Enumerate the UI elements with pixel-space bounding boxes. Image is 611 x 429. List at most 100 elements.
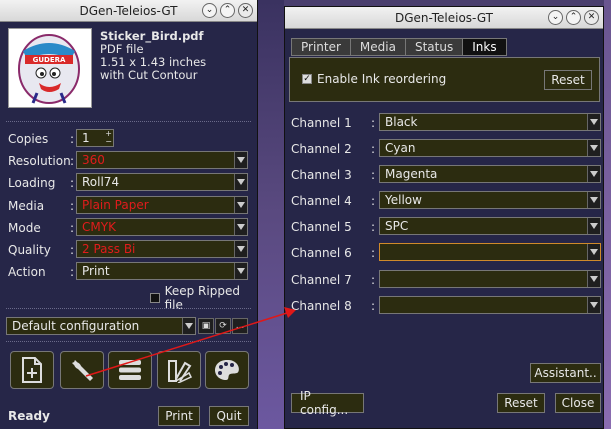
mode-label: Mode	[8, 220, 41, 235]
dropdown-arrow-icon[interactable]	[587, 166, 600, 182]
dropdown-arrow-icon[interactable]	[587, 114, 600, 130]
file-note: with Cut Contour	[100, 68, 198, 82]
main-window-titlebar[interactable]: DGen-Teleios-GT ⌄ ⌃ ✕	[0, 0, 257, 22]
channel-3-value: Magenta	[385, 167, 438, 181]
copies-label: Copies	[8, 131, 49, 146]
queue-button[interactable]	[108, 351, 152, 389]
channel-1-label: Channel 1	[291, 115, 352, 130]
resolution-select[interactable]: 360	[76, 151, 248, 169]
quality-value: 2 Pass Bi	[82, 242, 136, 256]
thumbnail-logo-text: GUDERA	[33, 56, 66, 64]
dropdown-arrow-icon[interactable]	[234, 152, 247, 168]
channel-7-select[interactable]	[379, 270, 601, 288]
channel-4-value: Yellow	[385, 193, 422, 207]
media-label: Media	[8, 198, 45, 213]
action-label: Action	[8, 264, 46, 279]
channel-4-select[interactable]: Yellow	[379, 191, 601, 209]
quit-button[interactable]: Quit	[209, 406, 249, 426]
copies-stepper[interactable]: 1 + −	[76, 129, 114, 147]
resolution-value: 360	[82, 153, 105, 167]
tab-status[interactable]: Status	[404, 38, 463, 56]
maximize-icon[interactable]: ⌃	[566, 10, 581, 25]
dropdown-arrow-icon[interactable]	[587, 218, 600, 234]
close-icon[interactable]: ✕	[238, 3, 253, 18]
dropdown-arrow-icon[interactable]	[587, 192, 600, 208]
assistant-button[interactable]: Assistant..	[530, 363, 601, 383]
loading-select[interactable]: Roll74	[76, 173, 248, 191]
dropdown-arrow-icon[interactable]	[587, 140, 600, 156]
dropdown-arrow-icon[interactable]	[234, 263, 247, 279]
quality-select[interactable]: 2 Pass Bi	[76, 240, 248, 258]
action-select[interactable]: Print	[76, 262, 248, 280]
channel-5-select[interactable]: SPC	[379, 217, 601, 235]
dropdown-arrow-icon[interactable]	[587, 244, 600, 260]
menu-chevron-icon[interactable]: ⌄	[548, 10, 563, 25]
dropdown-arrow-icon[interactable]	[587, 271, 600, 287]
channel-3-label: Channel 3	[291, 167, 352, 182]
tab-inks[interactable]: Inks	[462, 38, 507, 56]
wrench-icon	[72, 360, 93, 381]
dropdown-arrow-icon[interactable]	[234, 197, 247, 213]
dropdown-arrow-icon[interactable]	[587, 297, 600, 313]
close-icon[interactable]: ✕	[584, 10, 599, 25]
action-value: Print	[82, 264, 110, 278]
settings-window-titlebar[interactable]: DGen-Teleios-GT ⌄ ⌃ ✕	[285, 7, 603, 29]
media-select[interactable]: Plain Paper	[76, 196, 248, 214]
resolution-label: Resolution	[8, 153, 71, 168]
channel-2-select[interactable]: Cyan	[379, 139, 601, 157]
reset-button[interactable]: Reset	[497, 393, 545, 413]
tab-media[interactable]: Media	[349, 38, 405, 56]
menu-chevron-icon[interactable]: ⌄	[202, 3, 217, 18]
checkbox-checked-icon[interactable]: ✓	[302, 74, 312, 84]
channel-2-value: Cyan	[385, 141, 416, 155]
divider	[6, 341, 251, 342]
channel-1-select[interactable]: Black	[379, 113, 601, 131]
ip-config-button[interactable]: IP config...	[291, 389, 364, 417]
channel-6-label: Channel 6	[291, 245, 352, 260]
palette-icon	[215, 360, 239, 380]
print-button[interactable]: Print	[158, 406, 200, 426]
reset-reordering-button[interactable]: Reset	[544, 70, 592, 90]
dropdown-arrow-icon[interactable]	[182, 318, 195, 334]
settings-button[interactable]	[60, 351, 104, 389]
dropdown-arrow-icon[interactable]	[234, 174, 247, 190]
divider	[6, 121, 251, 122]
channel-7-label: Channel 7	[291, 272, 352, 287]
divider	[6, 308, 251, 309]
dropdown-arrow-icon[interactable]	[234, 241, 247, 257]
close-button[interactable]: Close	[555, 393, 601, 413]
file-thumbnail: GUDERA	[8, 28, 92, 108]
channel-2-label: Channel 2	[291, 141, 352, 156]
file-info: Sticker_Bird.pdf PDF file 1.51 x 1.43 in…	[100, 30, 206, 82]
color-swatches-button[interactable]	[157, 351, 201, 389]
dropdown-arrow-icon[interactable]	[234, 219, 247, 235]
channel-4-label: Channel 4	[291, 193, 352, 208]
channel-5-label: Channel 5	[291, 219, 352, 234]
more-config-button[interactable]: ...	[232, 318, 248, 334]
channel-1-value: Black	[385, 115, 418, 129]
desktop-background-edge	[604, 0, 611, 429]
enable-ink-reordering-label: Enable Ink reordering	[317, 72, 447, 86]
swatches-icon	[168, 360, 193, 383]
channel-5-value: SPC	[385, 219, 409, 233]
save-config-icon[interactable]: ▣	[198, 318, 214, 334]
file-add-button[interactable]	[10, 351, 54, 389]
configuration-select[interactable]: Default configuration	[6, 317, 196, 335]
channel-8-select[interactable]	[379, 296, 601, 314]
refresh-config-icon[interactable]: ⟳	[215, 318, 231, 334]
enable-ink-reordering-checkbox[interactable]: ✓ Enable Ink reordering	[302, 72, 446, 86]
ink-reorder-panel: ✓ Enable Ink reordering Reset	[289, 57, 600, 102]
palette-button[interactable]	[205, 351, 249, 389]
stepper-arrows-icon[interactable]: + −	[105, 130, 112, 146]
mode-select[interactable]: CMYK	[76, 218, 248, 236]
channel-6-select[interactable]	[379, 243, 601, 261]
tab-printer[interactable]: Printer	[291, 38, 350, 56]
mode-value: CMYK	[82, 220, 116, 234]
settings-window: DGen-Teleios-GT ⌄ ⌃ ✕ Printer Media Stat…	[284, 6, 604, 429]
maximize-icon[interactable]: ⌃	[220, 3, 235, 18]
channel-3-select[interactable]: Magenta	[379, 165, 601, 183]
loading-label: Loading	[8, 175, 56, 190]
checkbox-icon[interactable]	[150, 293, 160, 303]
quality-label: Quality	[8, 242, 51, 257]
tab-bar: Printer Media Status Inks	[291, 38, 507, 56]
